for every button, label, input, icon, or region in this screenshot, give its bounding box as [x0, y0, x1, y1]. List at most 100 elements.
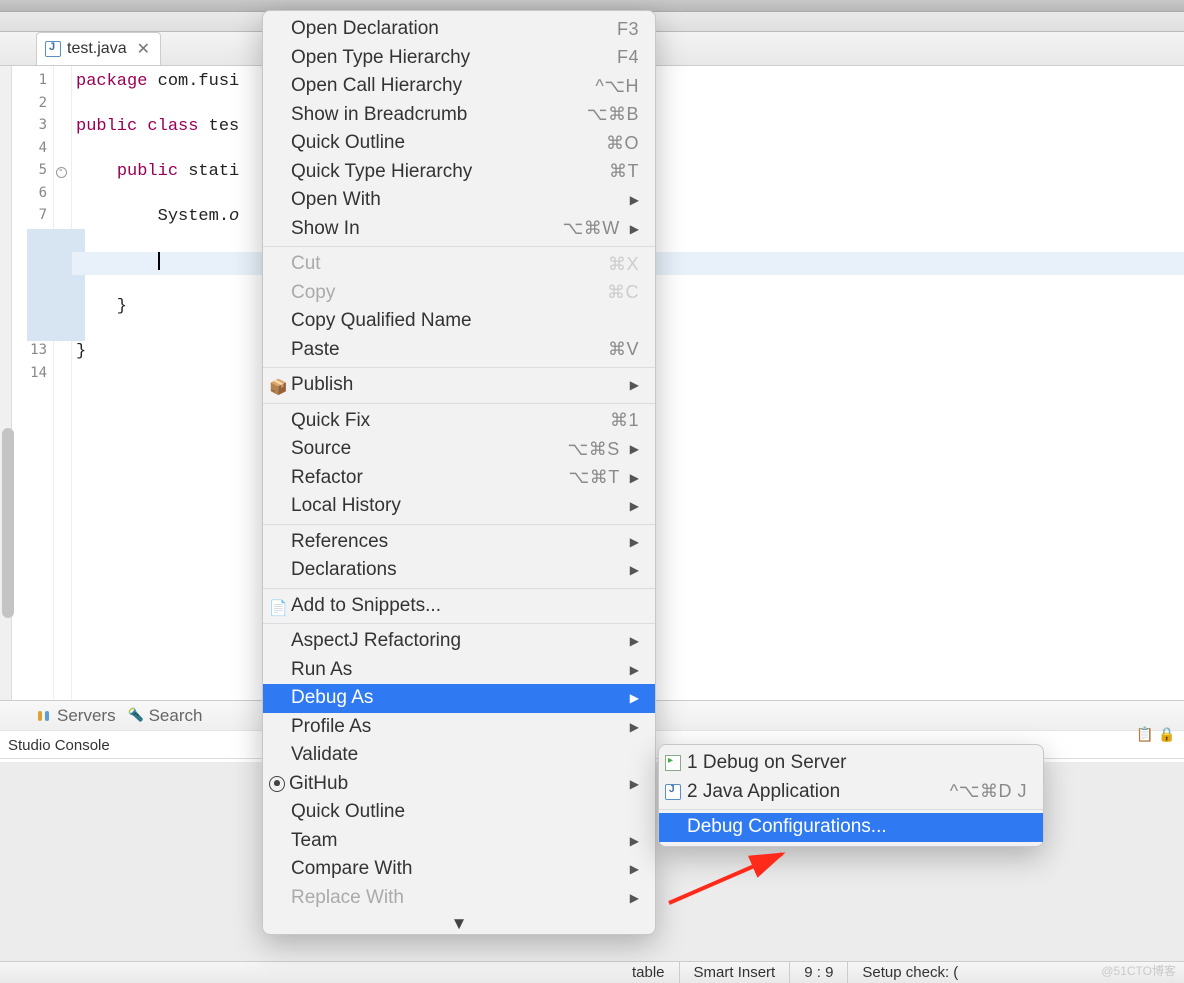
submenu-arrow-icon: ▶: [630, 720, 639, 734]
context-menu-item[interactable]: AspectJ Refactoring▶: [263, 627, 655, 656]
menu-item-label: 2 Java Application: [687, 781, 950, 803]
menu-shortcut: ⌥⌘B: [587, 104, 639, 125]
line-number-gutter: 1234567891011121314: [12, 66, 54, 700]
servers-tab[interactable]: Servers: [38, 706, 116, 726]
menu-shortcut: ^⌥H: [595, 76, 639, 97]
fold-toggle-icon[interactable]: [56, 167, 67, 178]
context-menu-item[interactable]: Run As ▶: [263, 656, 655, 685]
context-menu-item[interactable]: Show In⌥⌘W▶: [263, 215, 655, 244]
debug-submenu-item[interactable]: 1 Debug on Server: [659, 749, 1043, 778]
menu-item-label: Quick Fix: [291, 410, 610, 432]
text-cursor: [158, 252, 160, 270]
menu-item-label: 1 Debug on Server: [687, 752, 1027, 774]
context-menu-item[interactable]: Open DeclarationF3: [263, 15, 655, 44]
menu-item-label: Replace With: [291, 887, 620, 909]
context-menu-item[interactable]: Paste⌘V: [263, 336, 655, 365]
context-menu-item[interactable]: Quick Outline⌘O: [263, 129, 655, 158]
line-number: 13: [12, 342, 53, 365]
annotation-arrow: [664, 848, 794, 908]
context-menu-item[interactable]: Show in Breadcrumb⌥⌘B: [263, 101, 655, 130]
submenu-arrow-icon: ▶: [630, 663, 639, 677]
context-menu-item: Copy⌘C: [263, 279, 655, 308]
lock-icon[interactable]: 🔒: [1158, 726, 1174, 742]
tab-filename: test.java: [67, 40, 127, 58]
menu-item-label: Quick Outline: [291, 801, 639, 823]
menu-item-label: Quick Outline: [291, 132, 606, 154]
debug-submenu-item[interactable]: 2 Java Application^⌥⌘D J: [659, 778, 1043, 807]
context-menu-item[interactable]: Source⌥⌘S▶: [263, 435, 655, 464]
flashlight-icon: [130, 709, 144, 723]
context-menu[interactable]: Open DeclarationF3Open Type HierarchyF4O…: [262, 10, 656, 935]
menu-separator: [263, 403, 655, 404]
line-number: 3: [12, 117, 53, 140]
menu-shortcut: ⌘V: [608, 339, 639, 360]
menu-shortcut: ⌘O: [606, 133, 639, 154]
context-menu-item[interactable]: Debug As▶: [263, 684, 655, 713]
menu-separator: [263, 246, 655, 247]
line-number: 14: [12, 365, 53, 388]
context-menu-item[interactable]: References ▶: [263, 528, 655, 557]
context-menu-item[interactable]: Quick Fix⌘1: [263, 407, 655, 436]
status-bar: table Smart Insert 9 : 9 Setup check: (: [0, 961, 1184, 983]
context-menu-item[interactable]: Validate: [263, 741, 655, 770]
menu-item-label: Run As: [291, 659, 620, 681]
submenu-arrow-icon: ▶: [630, 499, 639, 513]
menu-item-label: Copy Qualified Name: [291, 310, 639, 332]
java-icon: [665, 784, 681, 800]
context-menu-item[interactable]: Open Call Hierarchy^⌥H: [263, 72, 655, 101]
menu-item-label: Open Call Hierarchy: [291, 75, 595, 97]
menu-item-label: Open Type Hierarchy: [291, 47, 617, 69]
status-writable: table: [618, 962, 680, 983]
close-icon[interactable]: ✕: [137, 39, 150, 59]
menu-item-label: Open With: [291, 189, 620, 211]
menu-shortcut: ^⌥⌘D J: [950, 781, 1027, 802]
view-toolbar-icons: 📋 🔒: [1136, 726, 1174, 742]
menu-shortcut: ⌥⌘S: [568, 439, 620, 460]
context-menu-item[interactable]: Declarations▶: [263, 556, 655, 585]
submenu-arrow-icon: ▶: [630, 378, 639, 392]
context-menu-item[interactable]: Compare With▶: [263, 855, 655, 884]
menu-item-label: Quick Type Hierarchy: [291, 161, 609, 183]
java-file-icon: [45, 41, 61, 57]
context-menu-item[interactable]: Refactor⌥⌘T▶: [263, 464, 655, 493]
menu-item-label: Debug Configurations...: [687, 816, 1027, 838]
line-number: 4: [12, 140, 53, 163]
menu-shortcut: ⌘1: [610, 410, 639, 431]
context-menu-item[interactable]: Open Type HierarchyF4: [263, 44, 655, 73]
context-menu-item[interactable]: Team▶: [263, 827, 655, 856]
context-menu-item[interactable]: Profile As▶: [263, 713, 655, 742]
search-tab[interactable]: Search: [130, 706, 203, 726]
context-menu-item[interactable]: Local History▶: [263, 492, 655, 521]
menu-shortcut: ⌘T: [609, 161, 639, 182]
menu-item-label: GitHub: [289, 773, 620, 795]
context-menu-item[interactable]: Open With▶: [263, 186, 655, 215]
github-icon: [269, 776, 285, 792]
menu-item-label: Cut: [291, 253, 608, 275]
submenu-arrow-icon: ▶: [630, 634, 639, 648]
vertical-scrollbar[interactable]: [2, 428, 14, 618]
menu-item-label: References: [291, 531, 620, 553]
submenu-arrow-icon: ▶: [630, 535, 639, 549]
menu-overflow-indicator-icon[interactable]: ▼: [263, 912, 655, 930]
context-menu-item: Replace With▶: [263, 884, 655, 913]
submenu-arrow-icon: ▶: [630, 862, 639, 876]
menu-shortcut: ⌘X: [608, 254, 639, 275]
context-menu-item[interactable]: Publish▶: [263, 371, 655, 400]
debug-as-submenu[interactable]: 1 Debug on Server 2 Java Application^⌥⌘D …: [658, 744, 1044, 847]
context-menu-item[interactable]: Quick Type Hierarchy⌘T: [263, 158, 655, 187]
watermark: @51CTO博客: [1101, 962, 1176, 979]
menu-item-label: Add to Snippets...: [291, 595, 639, 617]
pin-icon[interactable]: 📋: [1136, 726, 1152, 742]
context-menu-item[interactable]: Copy Qualified Name: [263, 307, 655, 336]
context-menu-item[interactable]: Add to Snippets...: [263, 592, 655, 621]
debug-submenu-item[interactable]: Debug Configurations...: [659, 813, 1043, 842]
context-menu-item[interactable]: GitHub▶: [263, 770, 655, 799]
context-menu-item[interactable]: Quick Outline: [263, 798, 655, 827]
menu-item-label: Debug As: [291, 687, 620, 709]
menu-shortcut: F4: [617, 47, 639, 68]
menu-separator: [263, 623, 655, 624]
submenu-arrow-icon: ▶: [630, 442, 639, 456]
submenu-arrow-icon: ▶: [630, 834, 639, 848]
editor-tab[interactable]: test.java ✕: [36, 32, 161, 65]
menu-shortcut: F3: [617, 19, 639, 40]
